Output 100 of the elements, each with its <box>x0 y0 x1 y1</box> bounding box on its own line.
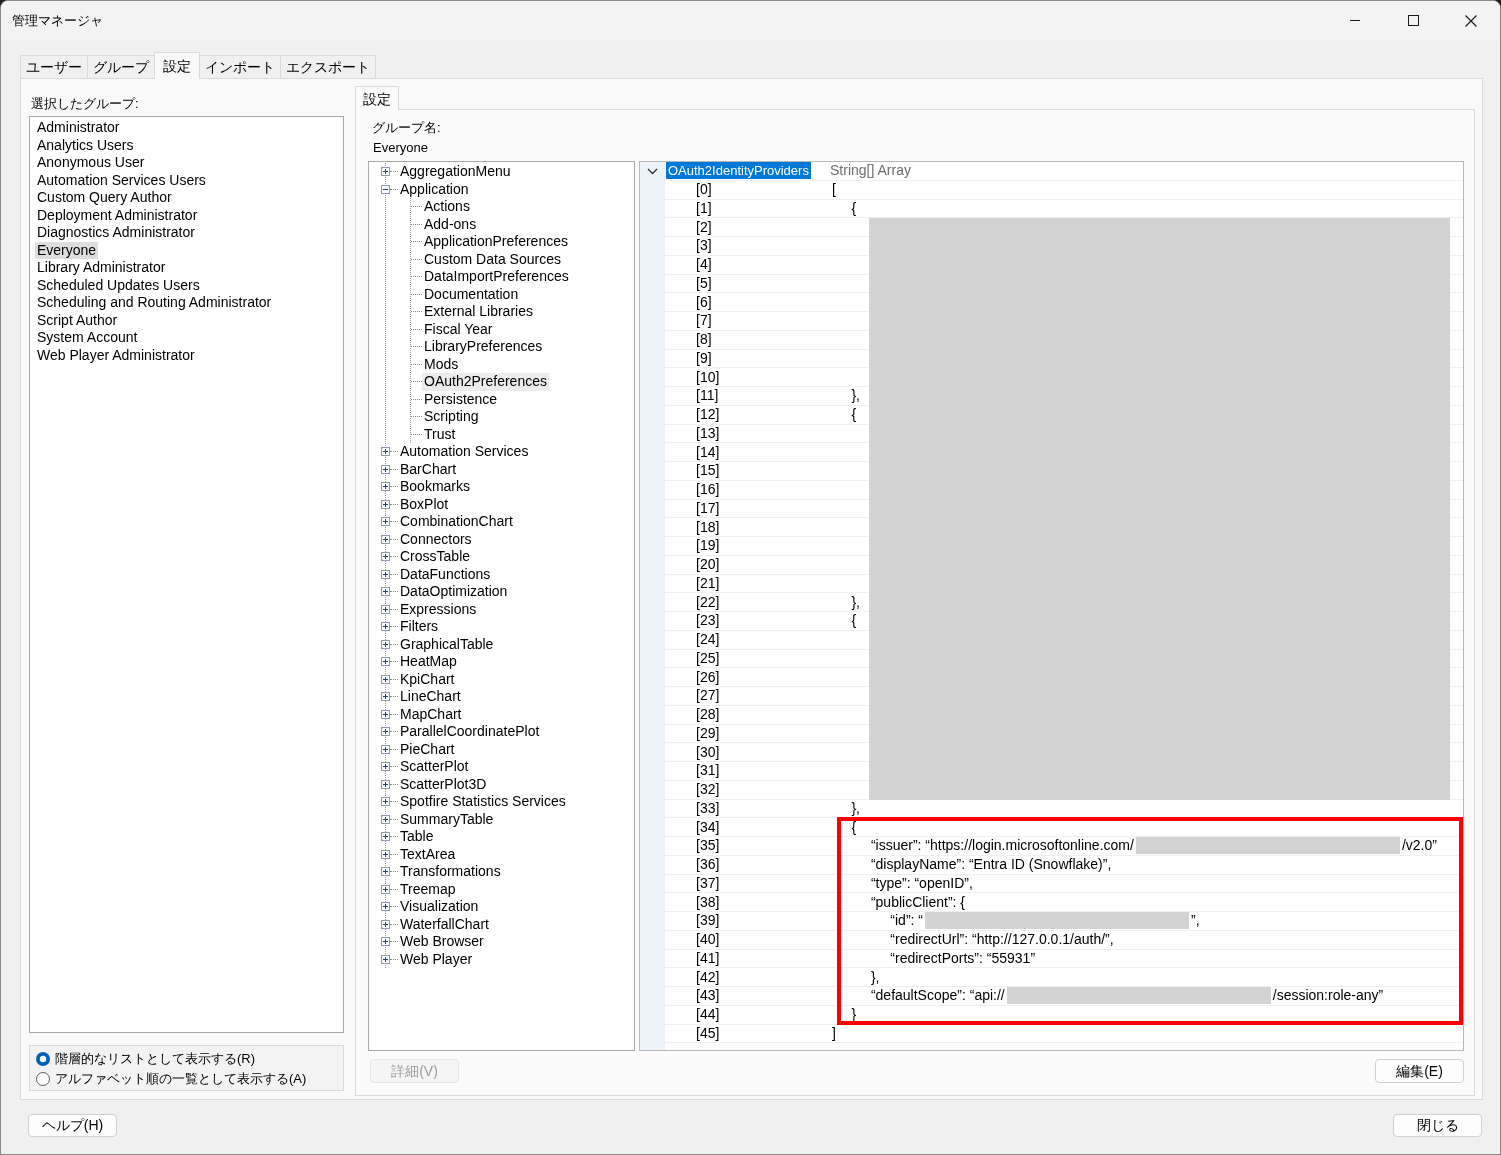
tree-item[interactable]: CombinationChart <box>398 513 515 531</box>
tree-item[interactable]: ApplicationPreferences <box>422 233 570 251</box>
tree-item[interactable]: DataImportPreferences <box>422 268 571 286</box>
tree-item[interactable]: Table <box>398 828 436 846</box>
tree-item[interactable]: Custom Data Sources <box>422 250 563 268</box>
expand-icon[interactable] <box>381 517 390 527</box>
expand-icon[interactable] <box>381 674 390 684</box>
tree-item[interactable]: GraphicalTable <box>398 635 496 653</box>
tree-item[interactable]: Automation Services <box>398 443 531 461</box>
expand-icon[interactable] <box>381 657 390 667</box>
tree-item[interactable]: Fiscal Year <box>422 320 495 338</box>
expand-icon[interactable] <box>381 867 390 877</box>
expand-icon[interactable] <box>381 779 390 789</box>
tree-item[interactable]: Add-ons <box>422 215 479 233</box>
tree-item[interactable]: Application <box>398 180 471 198</box>
tab[interactable]: 設定 <box>355 86 399 110</box>
tree-item[interactable]: BoxPlot <box>398 495 451 513</box>
tree-item[interactable]: KpiChart <box>398 670 457 688</box>
group-list-item[interactable]: Script Author <box>35 311 120 329</box>
property-name[interactable]: OAuth2IdentityProviders <box>666 162 811 180</box>
tree-item[interactable]: ParallelCoordinatePlot <box>398 723 542 741</box>
expand-icon[interactable] <box>381 622 390 632</box>
tree-item[interactable]: Spotfire Statistics Services <box>398 793 568 811</box>
radio-selected-icon[interactable] <box>36 1052 50 1066</box>
radio-unselected-icon[interactable] <box>36 1072 50 1086</box>
tree-item[interactable]: HeatMap <box>398 653 459 671</box>
expand-icon[interactable] <box>381 552 390 562</box>
tree-item[interactable]: OAuth2Preferences <box>422 373 549 391</box>
expand-icon[interactable] <box>381 919 390 929</box>
tree-item[interactable]: Bookmarks <box>398 478 473 496</box>
group-list-item[interactable]: Automation Services Users <box>35 171 208 189</box>
tree-item[interactable]: PieChart <box>398 740 457 758</box>
tree-item[interactable]: Persistence <box>422 390 500 408</box>
tree-item[interactable]: LineChart <box>398 688 463 706</box>
group-list-item[interactable]: System Account <box>35 329 140 347</box>
expand-icon[interactable] <box>381 482 390 492</box>
group-list-item[interactable]: Web Player Administrator <box>35 346 197 364</box>
expand-icon[interactable] <box>381 797 390 807</box>
expand-icon[interactable] <box>381 499 390 509</box>
group-list-item[interactable]: Analytics Users <box>35 136 136 154</box>
tree-item[interactable]: MapChart <box>398 705 464 723</box>
expand-icon[interactable] <box>381 569 390 579</box>
expand-icon[interactable] <box>381 832 390 842</box>
expand-icon[interactable] <box>381 744 390 754</box>
expand-icon[interactable] <box>381 727 390 737</box>
tree-item[interactable]: AggregationMenu <box>398 163 513 181</box>
close-button[interactable]: 閉じる <box>1393 1114 1482 1137</box>
expand-icon[interactable] <box>381 534 390 544</box>
expand-icon[interactable] <box>381 954 390 964</box>
tree-item[interactable]: External Libraries <box>422 303 535 321</box>
tree-item[interactable]: Transformations <box>398 863 503 881</box>
radio-option[interactable]: 階層的なリストとして表示する(R) <box>36 1049 343 1069</box>
tree-item[interactable]: LibraryPreferences <box>422 338 545 356</box>
tab[interactable]: エクスポート <box>280 55 376 78</box>
tree-item[interactable]: Actions <box>422 198 472 216</box>
group-list-item[interactable]: Deployment Administrator <box>35 206 200 224</box>
tree-item[interactable]: TextArea <box>398 845 458 863</box>
group-list-item[interactable]: Scheduling and Routing Administrator <box>35 294 274 312</box>
group-list-item[interactable]: Library Administrator <box>35 259 168 277</box>
group-list-item[interactable]: Administrator <box>35 119 122 137</box>
expand-icon[interactable] <box>381 604 390 614</box>
help-button[interactable]: ヘルプ(H) <box>28 1114 117 1137</box>
collapse-icon[interactable] <box>381 184 390 194</box>
expand-icon[interactable] <box>381 447 390 457</box>
group-list-item[interactable]: Diagnostics Administrator <box>35 224 197 242</box>
tree-item[interactable]: Visualization <box>398 898 481 916</box>
tree-item[interactable]: Scripting <box>422 408 481 426</box>
tree-item[interactable]: Web Browser <box>398 933 486 951</box>
group-list-item[interactable]: Anonymous User <box>35 154 147 172</box>
expand-icon[interactable] <box>381 464 390 474</box>
group-list-item[interactable]: Custom Query Author <box>35 189 174 207</box>
tree-item[interactable]: DataFunctions <box>398 565 493 583</box>
tree-item[interactable]: Filters <box>398 618 441 636</box>
group-list-item[interactable]: Scheduled Updates Users <box>35 276 202 294</box>
expand-icon[interactable] <box>381 937 390 947</box>
radio-option[interactable]: アルファベット順の一覧として表示する(A) <box>36 1069 343 1089</box>
expand-icon[interactable] <box>381 884 390 894</box>
tree-item[interactable]: CrossTable <box>398 548 473 566</box>
expand-icon[interactable] <box>381 587 390 597</box>
expand-icon[interactable] <box>381 639 390 649</box>
tree-item[interactable]: ScatterPlot3D <box>398 775 489 793</box>
group-list-item[interactable]: Everyone <box>35 241 99 259</box>
tab[interactable]: ユーザー <box>20 55 88 78</box>
expand-icon[interactable] <box>381 709 390 719</box>
edit-button[interactable]: 編集(E) <box>1375 1059 1464 1083</box>
expand-icon[interactable] <box>381 762 390 772</box>
tree-item[interactable]: Treemap <box>398 880 458 898</box>
tree-item[interactable]: Documentation <box>422 285 521 303</box>
expand-icon[interactable] <box>381 814 390 824</box>
tree-item[interactable]: BarChart <box>398 460 459 478</box>
tree-item[interactable]: Web Player <box>398 950 475 968</box>
chevron-down-icon[interactable] <box>647 167 658 175</box>
tab[interactable]: 設定 <box>154 52 200 79</box>
expand-icon[interactable] <box>381 902 390 912</box>
tree-item[interactable]: ScatterPlot <box>398 758 471 776</box>
tree-item[interactable]: DataOptimization <box>398 583 510 601</box>
tree-item[interactable]: SummaryTable <box>398 810 496 828</box>
tree-item[interactable]: WaterfallChart <box>398 915 491 933</box>
expand-icon[interactable] <box>381 167 390 177</box>
tree-item[interactable]: Expressions <box>398 600 479 618</box>
